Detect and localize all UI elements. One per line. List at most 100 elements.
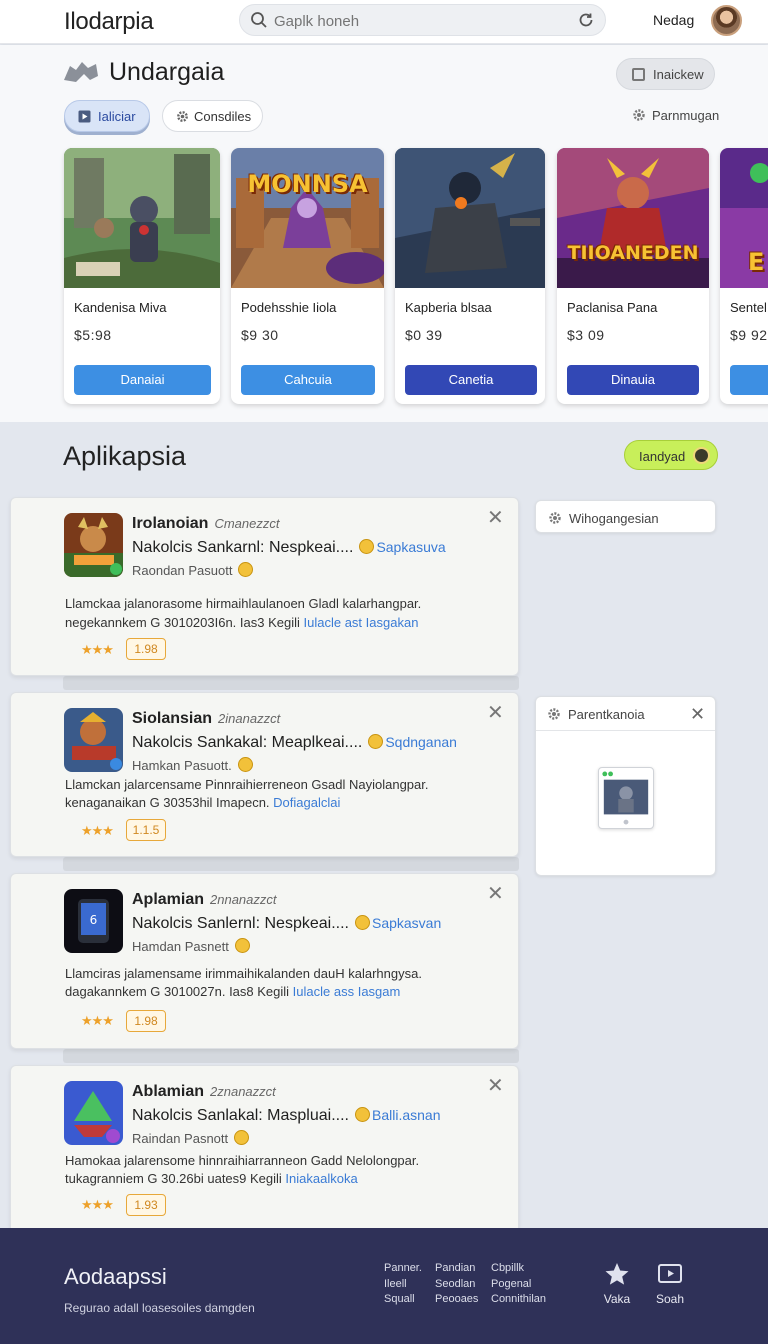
gear-icon <box>549 512 561 524</box>
footer-link[interactable]: Squall <box>384 1292 422 1308</box>
search-bar[interactable] <box>239 4 606 36</box>
star-icon <box>605 1263 629 1285</box>
game-card[interactable]: E Sentel $9 92 <box>720 148 768 404</box>
top-bar: Ilodarpia Nedag <box>0 0 768 44</box>
app-tag[interactable]: Sapkasuva <box>376 539 445 555</box>
app-list-item[interactable]: Ablamian 2znanazzct Nakolcis Sanlakal: Ma… <box>10 1065 519 1228</box>
avatar[interactable] <box>711 5 742 36</box>
app-developer: Raondan Pasuott <box>132 563 233 578</box>
refresh-icon[interactable] <box>577 11 595 29</box>
app-subtitle: Nakolcis Sankakal: Meaplkeai.... <box>132 734 363 751</box>
close-icon[interactable]: ✕ <box>487 1076 504 1096</box>
user-name[interactable]: Nedag <box>653 12 694 28</box>
app-list-item[interactable]: 6 Aplamian 2nnanazzct Nakolcis Sanlernl: … <box>10 873 519 1049</box>
footer-link[interactable]: Pandian <box>435 1261 478 1277</box>
footer-link[interactable]: Pogenal <box>491 1277 546 1293</box>
featured-action-button[interactable]: Inaickew <box>616 58 715 90</box>
app-date: Cmanezzct <box>214 516 280 531</box>
close-icon[interactable]: ✕ <box>690 704 705 725</box>
search-icon <box>251 12 267 28</box>
preview-thumbnail[interactable] <box>598 767 654 829</box>
footer-column: Panner. Ileell Squall <box>384 1261 422 1308</box>
app-list-item[interactable]: Siolansian 2inanazzct Nakolcis Sankakal: … <box>10 692 519 857</box>
app-brand[interactable]: Ilodarpia <box>64 8 154 36</box>
app-description: Hamokaa jalarensome hinnraihiarranneon G… <box>65 1153 420 1168</box>
app-tag[interactable]: Sapkasvan <box>372 915 441 931</box>
game-name: Podehsshie Iiola <box>241 300 337 315</box>
app-list-item[interactable]: Irolanoian Cmanezzct Nakolcis Sankarnl: N… <box>10 497 519 676</box>
game-name: Kapberia blsaa <box>405 300 492 315</box>
side-panel-header: Parentkanoia ✕ <box>536 697 715 731</box>
app-icon <box>64 708 123 772</box>
app-description: tukagranniem G 30.26bi uates9 Kegili <box>65 1171 286 1186</box>
app-tag[interactable]: Sqdnganan <box>385 734 457 750</box>
footer-link[interactable]: Panner. <box>384 1261 422 1277</box>
game-card[interactable]: TIIOANEDEN Paclanisa Pana $3 09 Dinauia <box>557 148 709 404</box>
app-name: Irolanoian <box>132 515 209 532</box>
app-link[interactable]: Iulacle ass Iasgam <box>293 984 401 999</box>
app-item-shadow <box>63 857 519 871</box>
app-item-shadow <box>63 676 519 690</box>
buy-button[interactable]: Canetia <box>405 365 537 395</box>
footer-subtitle: Regurao adall loasesoiles damgden <box>64 1301 255 1315</box>
footer-link[interactable]: Peooaes <box>435 1292 478 1308</box>
controller-icon <box>64 62 98 82</box>
gear-icon <box>548 708 560 720</box>
app-link[interactable]: Dofiagalclai <box>273 795 340 810</box>
footer-link[interactable]: Seodlan <box>435 1277 478 1293</box>
close-icon[interactable]: ✕ <box>487 508 504 528</box>
close-icon[interactable]: ✕ <box>487 703 504 723</box>
tab-consdiles[interactable]: Consdiles <box>162 100 263 132</box>
buy-button[interactable]: Cahcuia <box>241 365 375 395</box>
app-name: Siolansian <box>132 710 213 727</box>
app-developer: Hamkan Pasuott. <box>132 758 232 773</box>
rating-badge: 1.98 <box>126 638 166 660</box>
game-art <box>231 148 384 288</box>
side-filter-pill[interactable]: Wihogangesian <box>535 500 716 533</box>
app-name: Ablamian <box>132 1083 205 1100</box>
game-art-title: E <box>748 248 765 276</box>
buy-button[interactable]: Danaiai <box>74 365 211 395</box>
game-art <box>64 148 220 288</box>
game-card[interactable]: Kandenisa Miva $5:98 Danaiai <box>64 148 220 404</box>
app-subtitle: Nakolcis Sanlernl: Nespkeai.... <box>132 915 349 932</box>
gear-icon <box>177 111 188 122</box>
game-price: $3 09 <box>567 327 605 343</box>
game-art-title: MONNSA <box>247 170 368 198</box>
buy-button[interactable]: Dinauia <box>567 365 699 395</box>
app-date: 2znanazzct <box>210 1084 276 1099</box>
game-art <box>395 148 545 288</box>
footer-action-vaka[interactable]: Vaka <box>597 1262 637 1306</box>
footer-action-soah[interactable]: Soah <box>650 1262 690 1306</box>
side-panel-title: Parentkanoia <box>568 707 645 722</box>
coin-icon <box>354 1107 370 1122</box>
rating-badge: 1.98 <box>126 1010 166 1032</box>
featured-title: Undargaia <box>109 58 225 86</box>
coin-icon <box>368 734 384 749</box>
game-price: $9 30 <box>241 327 279 343</box>
app-date: 2inanazzct <box>218 711 281 726</box>
buy-button[interactable] <box>730 365 768 395</box>
footer-link[interactable]: Ileell <box>384 1277 422 1293</box>
app-item-shadow <box>63 1049 519 1063</box>
game-card[interactable]: MONNSA Podehsshie Iiola $9 30 Cahcuia <box>231 148 384 404</box>
tab-ialiciar[interactable]: Ialiciar <box>64 100 150 132</box>
coin-icon <box>237 757 253 772</box>
star-rating-icon: ★★★ <box>81 1013 114 1028</box>
footer-column: Cbpillk Pogenal Connithilan <box>491 1261 546 1308</box>
app-link[interactable]: Iulacle ast Iasgakan <box>304 615 419 630</box>
filter-link[interactable]: Parnmugan <box>632 108 719 123</box>
app-tag[interactable]: Balli.asnan <box>372 1107 441 1123</box>
app-link[interactable]: Iniakaalkoka <box>285 1171 357 1186</box>
app-icon: 6 <box>64 889 123 953</box>
app-subtitle: Nakolcis Sanlakal: Maspluai.... <box>132 1107 349 1124</box>
footer-link[interactable]: Cbpillk <box>491 1261 546 1277</box>
gear-icon <box>633 109 645 121</box>
app-developer: Hamdan Pasnett <box>132 939 229 954</box>
footer-link[interactable]: Connithilan <box>491 1292 546 1308</box>
search-input[interactable] <box>274 10 564 32</box>
game-card[interactable]: Kapberia blsaa $0 39 Canetia <box>395 148 545 404</box>
app-name: Aplamian <box>132 891 205 908</box>
close-icon[interactable]: ✕ <box>487 884 504 904</box>
apps-badge[interactable]: Iandyad <box>624 440 718 470</box>
